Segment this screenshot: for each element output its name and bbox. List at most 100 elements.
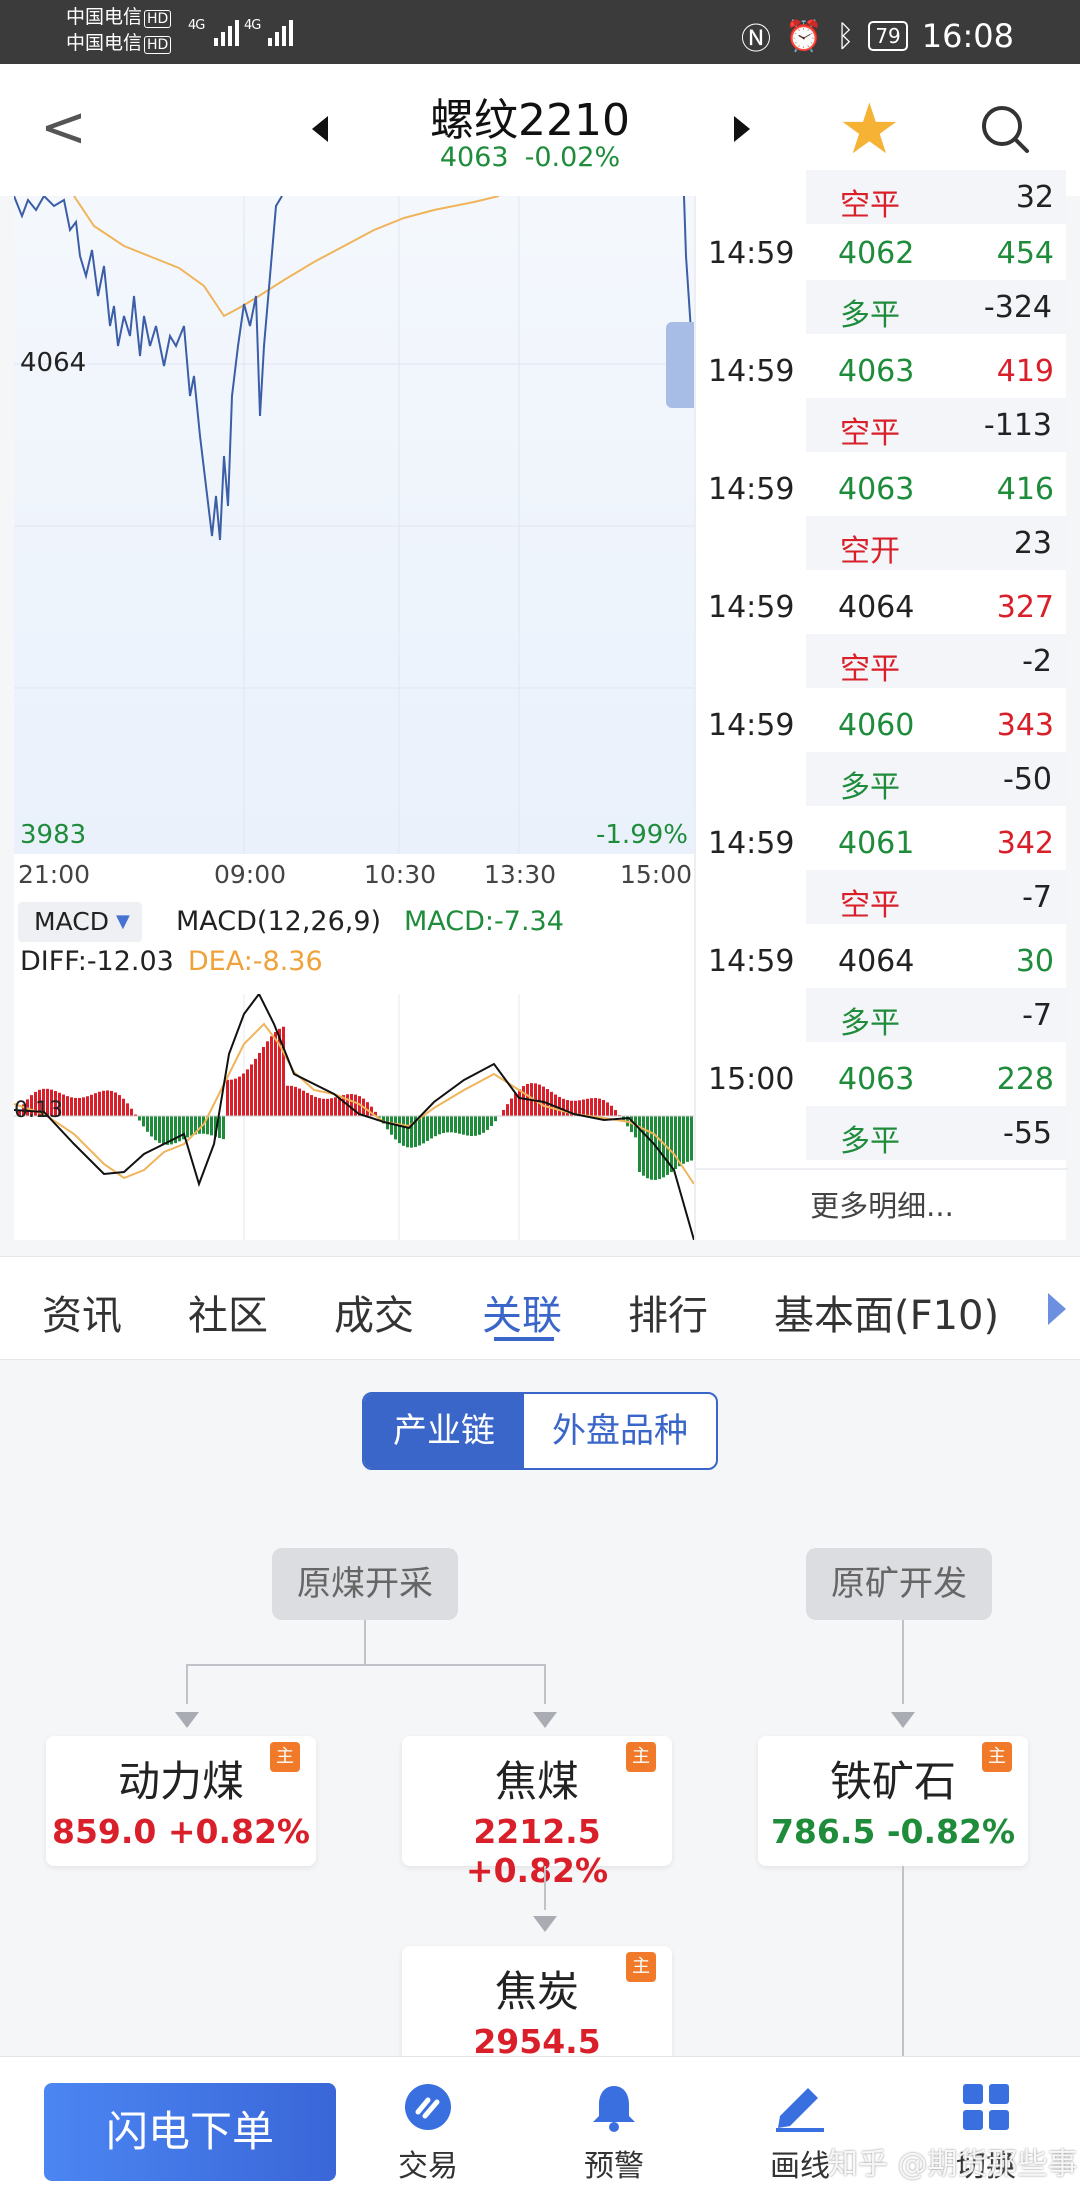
tick-row: 14:59 4063 419: [696, 344, 1068, 398]
tick-change: -50: [1003, 762, 1052, 797]
macd-chart[interactable]: 0.13: [13, 992, 695, 1241]
chain-card-coking-coal[interactable]: 焦煤 2212.5 +0.82% 主: [402, 1736, 672, 1890]
macd-bar: [510, 1098, 513, 1116]
tick-row-detail: 多平 -55: [806, 1106, 1066, 1160]
tick-type: 空平: [840, 652, 900, 687]
macd-bar: [490, 1116, 493, 1126]
tick-row: 14:59 4064 327: [696, 580, 1068, 634]
macd-bar: [662, 1116, 665, 1178]
tabs-scroll-right-icon[interactable]: [1048, 1293, 1066, 1325]
macd-bar: [110, 1090, 113, 1116]
macd-bar: [198, 1116, 201, 1134]
tick-time: 14:59: [708, 944, 795, 979]
chain-segment-control: 产业链 外盘品种: [362, 1392, 718, 1470]
macd-bar: [122, 1098, 125, 1116]
tick-list[interactable]: 空平 32 14:59 4062 454 多平 -324 14:59 4063 419 空平 -1…: [694, 170, 1068, 1240]
contract-title: 螺纹2210: [430, 95, 630, 146]
search-icon[interactable]: [980, 104, 1030, 154]
macd-bar: [674, 1116, 677, 1170]
tab-ranking[interactable]: 排行: [628, 1283, 708, 1341]
tick-time: 14:59: [708, 354, 795, 389]
chain-card-thermal-coal[interactable]: 动力煤 859.0 +0.82% 主: [46, 1736, 316, 1866]
macd-bar: [322, 1098, 325, 1116]
macd-bar: [310, 1095, 313, 1116]
tick-change: -7: [1022, 998, 1052, 1033]
tab-fundamentals[interactable]: 基本面(F10): [774, 1283, 999, 1341]
chain-arrow-icon: [533, 1916, 557, 1932]
more-details-link[interactable]: 更多明细...: [696, 1168, 1068, 1240]
tick-time: 14:59: [708, 472, 795, 507]
tab-trades[interactable]: 成交: [334, 1283, 414, 1341]
macd-bar: [478, 1116, 481, 1135]
dea-value: DEA:-8.36: [187, 946, 323, 977]
x-tick: 21:00: [18, 860, 91, 889]
macd-bar: [210, 1116, 213, 1136]
x-tick: 09:00: [214, 860, 287, 889]
macd-bar: [582, 1099, 585, 1116]
tick-row: 14:59 4060 343: [696, 698, 1068, 752]
macd-zero-label: 0.13: [14, 1098, 63, 1123]
macd-bar: [330, 1098, 333, 1116]
tick-volume: 416: [996, 472, 1054, 507]
nav-alert[interactable]: 预警: [554, 2079, 674, 2185]
tick-time: 14:59: [708, 236, 795, 271]
tab-community[interactable]: 社区: [188, 1283, 268, 1341]
macd-bar: [678, 1116, 681, 1167]
macd-bar: [642, 1116, 645, 1176]
macd-bar: [74, 1097, 77, 1116]
next-contract-icon[interactable]: [734, 116, 750, 142]
tick-volume: 419: [996, 354, 1054, 389]
x-tick: 10:30: [364, 860, 437, 889]
macd-bar: [602, 1100, 605, 1116]
macd-bar: [162, 1116, 165, 1145]
tick-volume: 30: [1015, 944, 1054, 979]
macd-bar: [646, 1116, 649, 1179]
chevron-down-icon: ▼: [116, 911, 130, 932]
nav-trade[interactable]: 交易: [368, 2079, 488, 2185]
tick-type: 多平: [840, 298, 900, 333]
bottom-bar: 闪电下单 交易 预警 画线 切换 知乎 @期货那些事: [0, 2056, 1080, 2204]
macd-bar: [334, 1097, 337, 1116]
macd-bar: [98, 1091, 101, 1116]
macd-bar: [254, 1058, 257, 1116]
macd-bar: [250, 1064, 253, 1116]
favorite-star-icon[interactable]: ★: [838, 94, 901, 164]
macd-bar: [286, 1085, 289, 1116]
chain-source-coal-mining: 原煤开采: [272, 1548, 458, 1620]
macd-bar: [594, 1098, 597, 1116]
tick-change: 23: [1013, 526, 1052, 561]
trade-icon: [405, 2084, 451, 2130]
macd-bar: [158, 1116, 161, 1143]
macd-plot: [13, 992, 695, 1241]
back-icon[interactable]: <: [40, 100, 87, 156]
segment-industry-chain[interactable]: 产业链: [364, 1394, 524, 1468]
macd-bar: [154, 1116, 157, 1141]
flash-order-button[interactable]: 闪电下单: [44, 2083, 336, 2181]
tab-related[interactable]: 关联: [482, 1283, 562, 1341]
macd-bar: [458, 1116, 461, 1134]
chain-arrow-icon: [891, 1712, 915, 1728]
segment-foreign-markets[interactable]: 外盘品种: [524, 1394, 716, 1468]
tab-news[interactable]: 资讯: [42, 1283, 122, 1341]
macd-bar: [438, 1116, 441, 1135]
macd-values: DIFF:-12.03 DEA:-8.36: [20, 946, 323, 977]
macd-bar: [394, 1116, 397, 1140]
chain-card-iron-ore[interactable]: 铁矿石 786.5 -0.82% 主: [758, 1736, 1028, 1866]
macd-bar: [686, 1116, 689, 1162]
tick-row-detail: 空平 -2: [806, 634, 1066, 688]
macd-bar: [146, 1116, 149, 1132]
indicator-selector[interactable]: MACD ▼: [18, 902, 142, 942]
macd-bar: [442, 1116, 445, 1134]
macd-bar: [562, 1098, 565, 1116]
macd-bar: [682, 1116, 685, 1164]
macd-bar: [86, 1096, 89, 1116]
prev-contract-icon[interactable]: [312, 116, 328, 142]
tick-time: 14:59: [708, 826, 795, 861]
tick-change: -55: [1003, 1116, 1052, 1151]
tick-volume: 454: [996, 236, 1054, 271]
intraday-chart[interactable]: 4064 3983 -1.99%: [14, 196, 694, 854]
chain-connector: [364, 1620, 366, 1666]
macd-bar: [598, 1098, 601, 1116]
macd-bar: [298, 1088, 301, 1116]
panel-collapse-handle[interactable]: [666, 322, 694, 408]
